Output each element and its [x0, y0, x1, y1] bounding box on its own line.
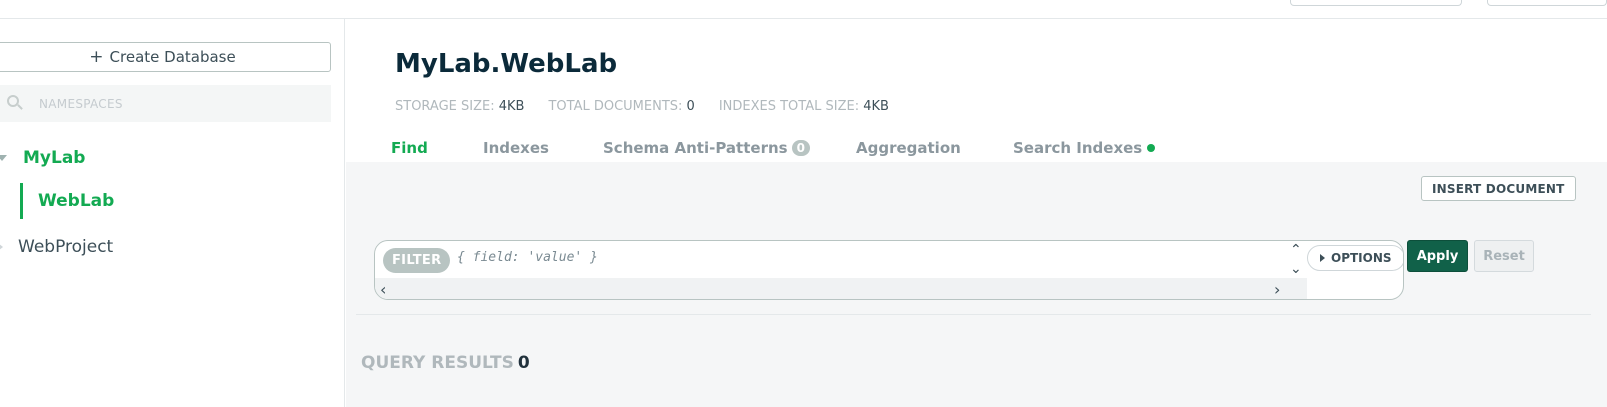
- tab-schema-anti-patterns[interactable]: Schema Anti-Patterns 0: [603, 133, 810, 163]
- count-badge: 0: [791, 140, 810, 156]
- divider: [356, 314, 1591, 315]
- vertical-scrollbar[interactable]: ⌃ ⌄: [1287, 242, 1305, 279]
- create-database-label: Create Database: [109, 48, 236, 66]
- sidebar-db-label: MyLab: [23, 148, 86, 168]
- find-workspace: INSERT DOCUMENT FILTER ⌃ ⌄ ‹ › OPTIONS A…: [346, 162, 1607, 407]
- sidebar-collection-label: WebLab: [38, 191, 115, 211]
- query-results-label: QUERY RESULTS: [361, 353, 514, 373]
- chevron-down-icon[interactable]: ⌄: [1290, 261, 1302, 277]
- apply-button[interactable]: Apply: [1407, 240, 1468, 272]
- chevron-right-icon[interactable]: ›: [1274, 280, 1280, 299]
- caret-down-icon[interactable]: [0, 155, 7, 161]
- top-right-button-1[interactable]: [1290, 0, 1462, 6]
- tab-label: Find: [391, 139, 428, 157]
- page-title: MyLab.WebLab: [395, 49, 618, 79]
- reset-button[interactable]: Reset: [1474, 240, 1534, 272]
- stat-total-documents: TOTAL DOCUMENTS: 0: [548, 99, 695, 114]
- main-panel: MyLab.WebLab STORAGE SIZE: 4KB TOTAL DOC…: [346, 19, 1607, 407]
- search-icon: [7, 94, 25, 113]
- stat-indexes-total-size: INDEXES TOTAL SIZE: 4KB: [718, 99, 889, 114]
- sidebar-db-mylab[interactable]: MyLab: [0, 147, 85, 169]
- chevron-up-icon[interactable]: ⌃: [1290, 242, 1302, 258]
- tab-find[interactable]: Find: [391, 133, 428, 163]
- namespace-search-input[interactable]: [39, 96, 299, 111]
- options-label: OPTIONS: [1331, 251, 1392, 265]
- collection-stats: STORAGE SIZE: 4KB TOTAL DOCUMENTS: 0 IND…: [395, 99, 889, 114]
- query-results-count: 0: [517, 353, 530, 373]
- sidebar-db-webproject[interactable]: WebProject: [0, 236, 113, 258]
- filter-label: FILTER: [383, 248, 451, 273]
- tab-label: Aggregation: [856, 139, 961, 157]
- status-dot-icon: [1147, 144, 1156, 152]
- tab-label: Search Indexes: [1013, 139, 1143, 157]
- sidebar-db-label: WebProject: [18, 237, 114, 257]
- horizontal-scrollbar[interactable]: ‹ ›: [375, 278, 1307, 299]
- sidebar-collection-weblab[interactable]: WebLab: [20, 183, 114, 219]
- tab-label: Indexes: [483, 139, 549, 157]
- stat-storage-size: STORAGE SIZE: 4KB: [395, 99, 525, 114]
- insert-document-button[interactable]: INSERT DOCUMENT: [1421, 176, 1576, 201]
- top-bar: [0, 0, 1607, 19]
- create-database-button[interactable]: + Create Database: [0, 42, 331, 72]
- top-right-button-2[interactable]: [1487, 0, 1607, 6]
- filter-bar: FILTER ⌃ ⌄ ‹ › OPTIONS: [374, 240, 1404, 300]
- caret-right-icon: [1320, 254, 1325, 262]
- sidebar: + Create Database MyLab WebLab WebProjec…: [0, 19, 345, 407]
- tab-bar: Find Indexes Schema Anti-Patterns 0 Aggr…: [346, 133, 1607, 163]
- filter-input[interactable]: [457, 250, 1277, 265]
- query-results: QUERY RESULTS 0: [361, 353, 530, 373]
- options-button[interactable]: OPTIONS: [1307, 245, 1403, 271]
- tab-label: Schema Anti-Patterns: [603, 139, 788, 157]
- tab-indexes[interactable]: Indexes: [483, 133, 549, 163]
- plus-icon: +: [89, 46, 104, 67]
- tab-search-indexes[interactable]: Search Indexes: [1013, 133, 1156, 163]
- namespace-search: [0, 85, 331, 122]
- chevron-left-icon[interactable]: ‹: [380, 280, 386, 299]
- caret-right-icon[interactable]: [0, 243, 3, 251]
- tab-aggregation[interactable]: Aggregation: [856, 133, 961, 163]
